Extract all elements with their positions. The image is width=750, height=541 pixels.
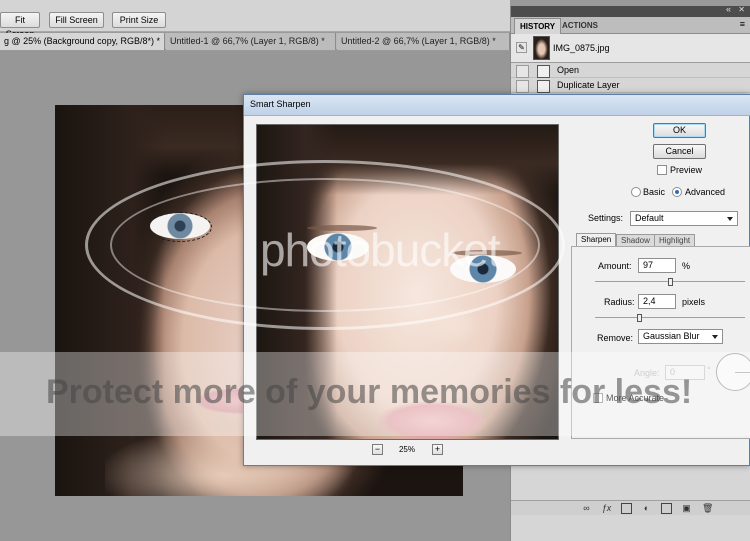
document-icon (537, 65, 550, 78)
tab-actions[interactable]: ACTIONS (557, 18, 603, 34)
settings-label: Settings: (588, 213, 624, 223)
panel-menu-icon[interactable]: ≡ (740, 19, 745, 29)
group-icon[interactable] (661, 503, 672, 514)
document-tab-bar: g @ 25% (Background copy, RGB/8*) * Unti… (0, 33, 510, 50)
tab-shadow[interactable]: Shadow (616, 234, 655, 246)
watermark-logo: photobucket (260, 224, 501, 276)
trash-icon[interactable]: 🗑 (702, 503, 713, 514)
snapshot-thumbnail (533, 36, 550, 60)
radius-input[interactable]: 2,4 (638, 294, 676, 309)
radius-slider-thumb[interactable] (637, 314, 642, 322)
basic-label: Basic (643, 187, 666, 197)
preview-label: Preview (670, 165, 703, 175)
zoom-out-button[interactable]: − (372, 444, 383, 455)
print-size-button[interactable]: Print Size (112, 12, 166, 28)
mask-icon[interactable] (621, 503, 632, 514)
panel-header-strip: « ✕ (511, 4, 750, 17)
history-step[interactable]: Open (511, 63, 750, 78)
cancel-button[interactable]: Cancel (653, 144, 706, 159)
watermark-text: Protect more of your memories for less! (46, 373, 693, 411)
fit-screen-button[interactable]: Fit Screen (0, 12, 40, 39)
fill-screen-button[interactable]: Fill Screen (49, 12, 104, 28)
history-step[interactable]: Duplicate Layer (511, 78, 750, 93)
chevron-down-icon (727, 217, 733, 221)
panel-bottom-bar: ∞ ƒx ◐ ▣ 🗑 (511, 500, 750, 515)
radius-unit: pixels (682, 297, 706, 307)
zoom-in-button[interactable]: + (432, 444, 443, 455)
tab-highlight[interactable]: Highlight (654, 234, 696, 246)
document-tab-untitled-1[interactable]: Untitled-1 @ 66,7% (Layer 1, RGB/8) * (166, 33, 336, 50)
basic-radio[interactable] (631, 187, 641, 197)
collapse-icon[interactable]: « (726, 4, 731, 14)
settings-value: Default (635, 213, 664, 223)
document-tab-active[interactable]: g @ 25% (Background copy, RGB/8*) * (0, 33, 165, 50)
history-checkbox[interactable] (516, 65, 529, 78)
amount-unit: % (682, 261, 691, 271)
remove-label: Remove: (597, 333, 634, 343)
link-layers-icon[interactable]: ∞ (581, 503, 592, 514)
history-checkbox[interactable] (516, 80, 529, 93)
advanced-radio[interactable] (672, 187, 682, 197)
chevron-down-icon (712, 335, 718, 339)
dialog-title: Smart Sharpen (244, 95, 750, 116)
history-snapshot[interactable]: ✎ IMG_0875.jpg (511, 34, 750, 63)
remove-select[interactable]: Gaussian Blur (638, 329, 723, 344)
document-tab-untitled-2[interactable]: Untitled-2 @ 66,7% (Layer 1, RGB/8) * (337, 33, 510, 50)
tab-history[interactable]: HISTORY (514, 18, 562, 34)
fx-icon[interactable]: ƒx (601, 503, 612, 514)
settings-select[interactable]: Default (630, 211, 738, 226)
zoom-level: 25% (398, 445, 415, 454)
close-icon[interactable]: ✕ (738, 5, 745, 14)
ok-button[interactable]: OK (653, 123, 706, 138)
preview-checkbox[interactable] (657, 165, 667, 175)
radius-slider[interactable] (595, 317, 745, 318)
advanced-label: Advanced (685, 187, 726, 197)
snapshot-name: IMG_0875.jpg (553, 43, 610, 53)
amount-input[interactable]: 97 (638, 258, 676, 273)
amount-slider-thumb[interactable] (667, 278, 673, 286)
options-bar: Fit Screen Fill Screen Print Size (0, 0, 510, 39)
history-brush-source-icon[interactable]: ✎ (516, 42, 527, 53)
tab-sharpen[interactable]: Sharpen (576, 233, 617, 247)
history-step-label: Open (557, 65, 580, 75)
remove-value: Gaussian Blur (643, 331, 700, 341)
new-layer-icon[interactable]: ▣ (681, 503, 692, 514)
adjustment-icon[interactable]: ◐ (641, 503, 652, 514)
layer-icon (537, 80, 550, 93)
history-step-label: Duplicate Layer (557, 80, 620, 90)
amount-label: Amount: (598, 261, 632, 271)
radius-label: Radius: (604, 297, 635, 307)
panel-tabs: HISTORY ACTIONS ≡ (511, 17, 750, 34)
